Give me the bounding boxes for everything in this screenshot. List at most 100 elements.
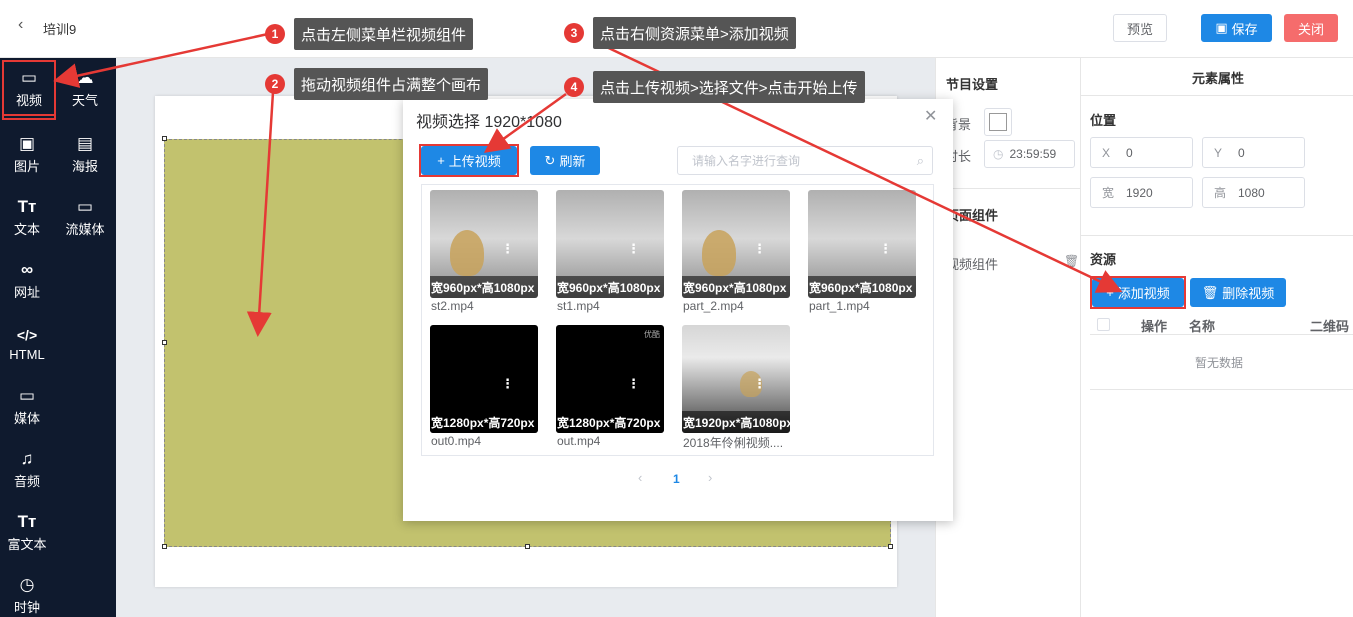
sidebar-item-url[interactable]: ∞ 网址 [0,252,54,308]
video-name: 2018年伶俐视频.... [683,436,784,450]
save-label: 保存 [1231,21,1258,37]
sidebar-item-audio[interactable]: ♫ 音频 [0,441,54,497]
video-card[interactable]: 优酷 ⋮ 宽1280px*高720px [556,325,664,433]
more-icon[interactable]: ⋮ [501,377,514,390]
refresh-icon: ↻ [544,152,556,168]
sidebar-item-label: 富文本 [7,536,47,552]
background-color-picker[interactable] [984,108,1012,136]
sidebar-item-media[interactable]: ▭ 媒体 [0,378,54,434]
sidebar-item-image[interactable]: ▣ 图片 [0,126,54,182]
next-page-icon[interactable]: › [708,470,712,485]
video-name: part_1.mp4 [809,299,870,313]
watermark: 优酷 [644,330,660,339]
sidebar-item-weather[interactable]: ☁ 天气 [58,60,112,116]
annotation-callout: 点击右侧资源菜单>添加视频 [593,17,796,49]
height-field[interactable]: 高 1080 [1202,177,1305,208]
cloud-icon: ☁ [76,67,94,87]
close-icon[interactable]: ✕ [924,106,937,126]
annotation-callout: 点击上传视频>选择文件>点击开始上传 [593,71,865,103]
more-icon[interactable]: ⋮ [501,242,514,255]
divider [1081,235,1353,236]
sidebar-item-html[interactable]: </> HTML [0,315,54,371]
media-icon: ▭ [18,385,36,405]
resize-handle[interactable] [162,340,167,345]
video-resolution: 宽960px*高1080px [808,276,916,298]
sidebar-item-label: 文本 [13,221,40,237]
sidebar-item-label: 音频 [13,473,40,489]
duration-input[interactable]: ◷ 23:59:59 [984,140,1075,168]
sidebar-item-label: HTML [9,346,45,362]
preview-button[interactable]: 预览 [1113,14,1167,42]
video-card[interactable]: ⋮ 宽1280px*高720px [430,325,538,433]
video-name: st2.mp4 [431,299,474,313]
sidebar-item-label: 海报 [71,158,98,174]
resize-handle[interactable] [162,136,167,141]
video-name: out.mp4 [557,434,601,448]
width-label: 宽 [1102,186,1115,200]
component-list-item[interactable]: 视频组件 [946,254,998,273]
link-icon: ∞ [20,259,34,279]
annotation-callout: 点击左侧菜单栏视频组件 [294,18,474,50]
video-card[interactable]: ⋮ 宽960px*高1080px [430,190,538,298]
position-label: 位置 [1090,113,1117,128]
save-button[interactable]: ▣ 保存 [1201,14,1272,42]
clock-icon: ◷ [19,574,35,594]
prev-page-icon[interactable]: ‹ [638,470,642,485]
video-resolution: 宽1280px*高720px [556,411,664,433]
sidebar-item-rich-text[interactable]: Tт 富文本 [0,504,54,560]
refresh-button[interactable]: ↻ 刷新 [530,146,600,175]
more-icon[interactable]: ⋮ [753,242,766,255]
more-icon[interactable]: ⋮ [627,242,640,255]
resize-handle[interactable] [888,544,893,549]
refresh-label: 刷新 [559,154,586,169]
sidebar-item-label: 网址 [13,284,40,300]
width-value: 1920 [1126,185,1153,200]
video-name: st1.mp4 [557,299,600,313]
video-card[interactable]: ⋮ 宽960px*高1080px [808,190,916,298]
resize-handle[interactable] [525,544,530,549]
y-field[interactable]: Y0 [1202,137,1305,168]
annotation-number: 1 [265,24,285,44]
sidebar-item-poster[interactable]: ▤ 海报 [58,126,112,182]
more-icon[interactable]: ⋮ [753,377,766,390]
duration-value: 23:59:59 [1009,147,1057,161]
width-field[interactable]: 宽 1920 [1090,177,1193,208]
x-field[interactable]: X0 [1090,137,1193,168]
video-card[interactable]: ⋮ 宽960px*高1080px [556,190,664,298]
divider [1090,389,1353,390]
y-label: Y [1214,145,1223,160]
sidebar-item-clock[interactable]: ◷ 时钟 [0,567,54,617]
code-icon: </> [16,326,38,343]
element-properties-title: 元素属性 [1192,71,1245,86]
annotation-callout: 拖动视频组件占满整个画布 [294,68,489,100]
column-qr: 二维码 [1310,319,1350,334]
select-all-checkbox[interactable] [1097,318,1110,331]
image-icon: ▣ [18,133,36,153]
chevron-left-icon[interactable]: ‹ [18,16,23,34]
divider [935,188,1081,189]
empty-text: 暂无数据 [1195,356,1244,370]
page-number[interactable]: 1 [673,472,680,486]
sidebar-item-label: 天气 [71,92,98,108]
video-card[interactable]: ⋮ 宽1920px*高1080px [682,325,790,433]
highlight-video-item [2,60,56,120]
resize-handle[interactable] [162,544,167,549]
clock-icon: ◷ [993,147,1004,161]
sidebar-item-text[interactable]: Tт 文本 [0,189,54,245]
more-icon[interactable]: ⋮ [879,242,892,255]
delete-video-button[interactable]: 🗑 删除视频 [1190,278,1286,307]
video-card[interactable]: ⋮ 宽960px*高1080px [682,190,790,298]
search-placeholder: 请输入名字进行查询 [692,154,801,168]
search-input[interactable]: 请输入名字进行查询 ⌕ [677,146,933,175]
height-value: 1080 [1238,185,1265,200]
divider [1081,95,1353,96]
video-resolution: 宽1280px*高720px [430,411,538,433]
trash-icon[interactable]: 🗑 [1064,254,1079,268]
highlight-upload-button [419,144,519,177]
sidebar-item-label: 图片 [13,158,40,174]
sidebar-item-stream[interactable]: ▭ 流媒体 [58,189,112,245]
highlight-add-video-button [1090,276,1186,309]
close-button[interactable]: 关闭 [1284,14,1338,42]
sidebar-item-label: 媒体 [13,410,40,426]
more-icon[interactable]: ⋮ [627,377,640,390]
